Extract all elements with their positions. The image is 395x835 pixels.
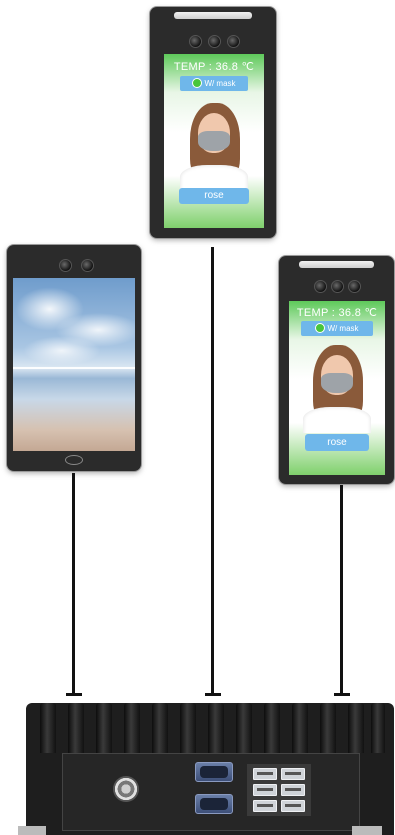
camera-icon xyxy=(59,259,72,272)
heatsink-fin xyxy=(292,703,308,753)
cable-left xyxy=(72,473,75,695)
ir-sensor-icon xyxy=(299,261,374,268)
heatsink-fin xyxy=(40,703,56,753)
check-dot-icon xyxy=(192,78,203,88)
heatsink-fin xyxy=(124,703,140,753)
box-pc xyxy=(26,703,394,835)
cable-right xyxy=(340,485,343,695)
camera-icon xyxy=(331,280,344,293)
com-port-icon xyxy=(195,794,233,814)
heatsink-fin xyxy=(348,703,364,753)
mask-status-label: W/ mask xyxy=(204,79,236,88)
cable-right-terminal xyxy=(334,693,350,696)
left-kiosk-screen xyxy=(13,278,135,451)
top-kiosk-screen: TEMP : 36.8 ℃ W/ mask rose xyxy=(164,54,264,228)
mount-foot xyxy=(352,826,382,835)
mask-status-label: W/ mask xyxy=(327,324,359,333)
left-kiosk-device xyxy=(7,245,141,471)
usb-port-icon xyxy=(281,768,305,780)
heatsink-fin xyxy=(236,703,252,753)
heatsink-fin xyxy=(152,703,168,753)
heatsink-fin xyxy=(180,703,196,753)
right-kiosk-screen: TEMP : 36.8 ℃ W/ mask rose xyxy=(289,301,385,475)
ir-sensor-icon xyxy=(174,12,252,19)
com-port-icon xyxy=(195,762,233,782)
check-dot-icon xyxy=(315,323,326,333)
horizon-line xyxy=(13,367,135,369)
usb-port-icon xyxy=(281,800,305,812)
temperature-readout: TEMP : 36.8 ℃ xyxy=(296,307,378,319)
camera-icon xyxy=(189,35,202,48)
camera-icon xyxy=(81,259,94,272)
camera-icon xyxy=(348,280,361,293)
camera-icon xyxy=(227,35,240,48)
camera-icon xyxy=(208,35,221,48)
brand-logo xyxy=(65,455,83,465)
mask-status-badge: W/ mask xyxy=(301,321,373,336)
usb-port-icon xyxy=(281,784,305,796)
usb-port-icon xyxy=(253,800,277,812)
right-kiosk-device: TEMP : 36.8 ℃ W/ mask rose xyxy=(279,256,394,484)
person-name-badge: rose xyxy=(305,434,369,451)
heatsink-fin xyxy=(68,703,84,753)
heatsink-fin xyxy=(371,703,385,753)
person-name-badge: rose xyxy=(179,188,249,204)
camera-icon xyxy=(314,280,327,293)
top-kiosk-device: TEMP : 36.8 ℃ W/ mask rose xyxy=(150,7,276,238)
usb-port-block xyxy=(247,764,311,816)
temperature-readout: TEMP : 36.8 ℃ xyxy=(173,61,255,73)
face-photo xyxy=(297,341,377,433)
cable-left-terminal xyxy=(66,693,82,696)
mount-foot xyxy=(18,826,46,835)
front-panel xyxy=(62,753,360,831)
heatsink-fin xyxy=(96,703,112,753)
usb-port-icon xyxy=(253,768,277,780)
mask-status-badge: W/ mask xyxy=(180,76,248,91)
cable-center xyxy=(211,247,214,695)
cable-center-terminal xyxy=(205,693,221,696)
heatsink-fin xyxy=(208,703,224,753)
face-photo xyxy=(174,99,254,189)
heatsink-fin xyxy=(320,703,336,753)
power-button-icon xyxy=(113,776,139,802)
usb-port-icon xyxy=(253,784,277,796)
heatsink-fin xyxy=(264,703,280,753)
